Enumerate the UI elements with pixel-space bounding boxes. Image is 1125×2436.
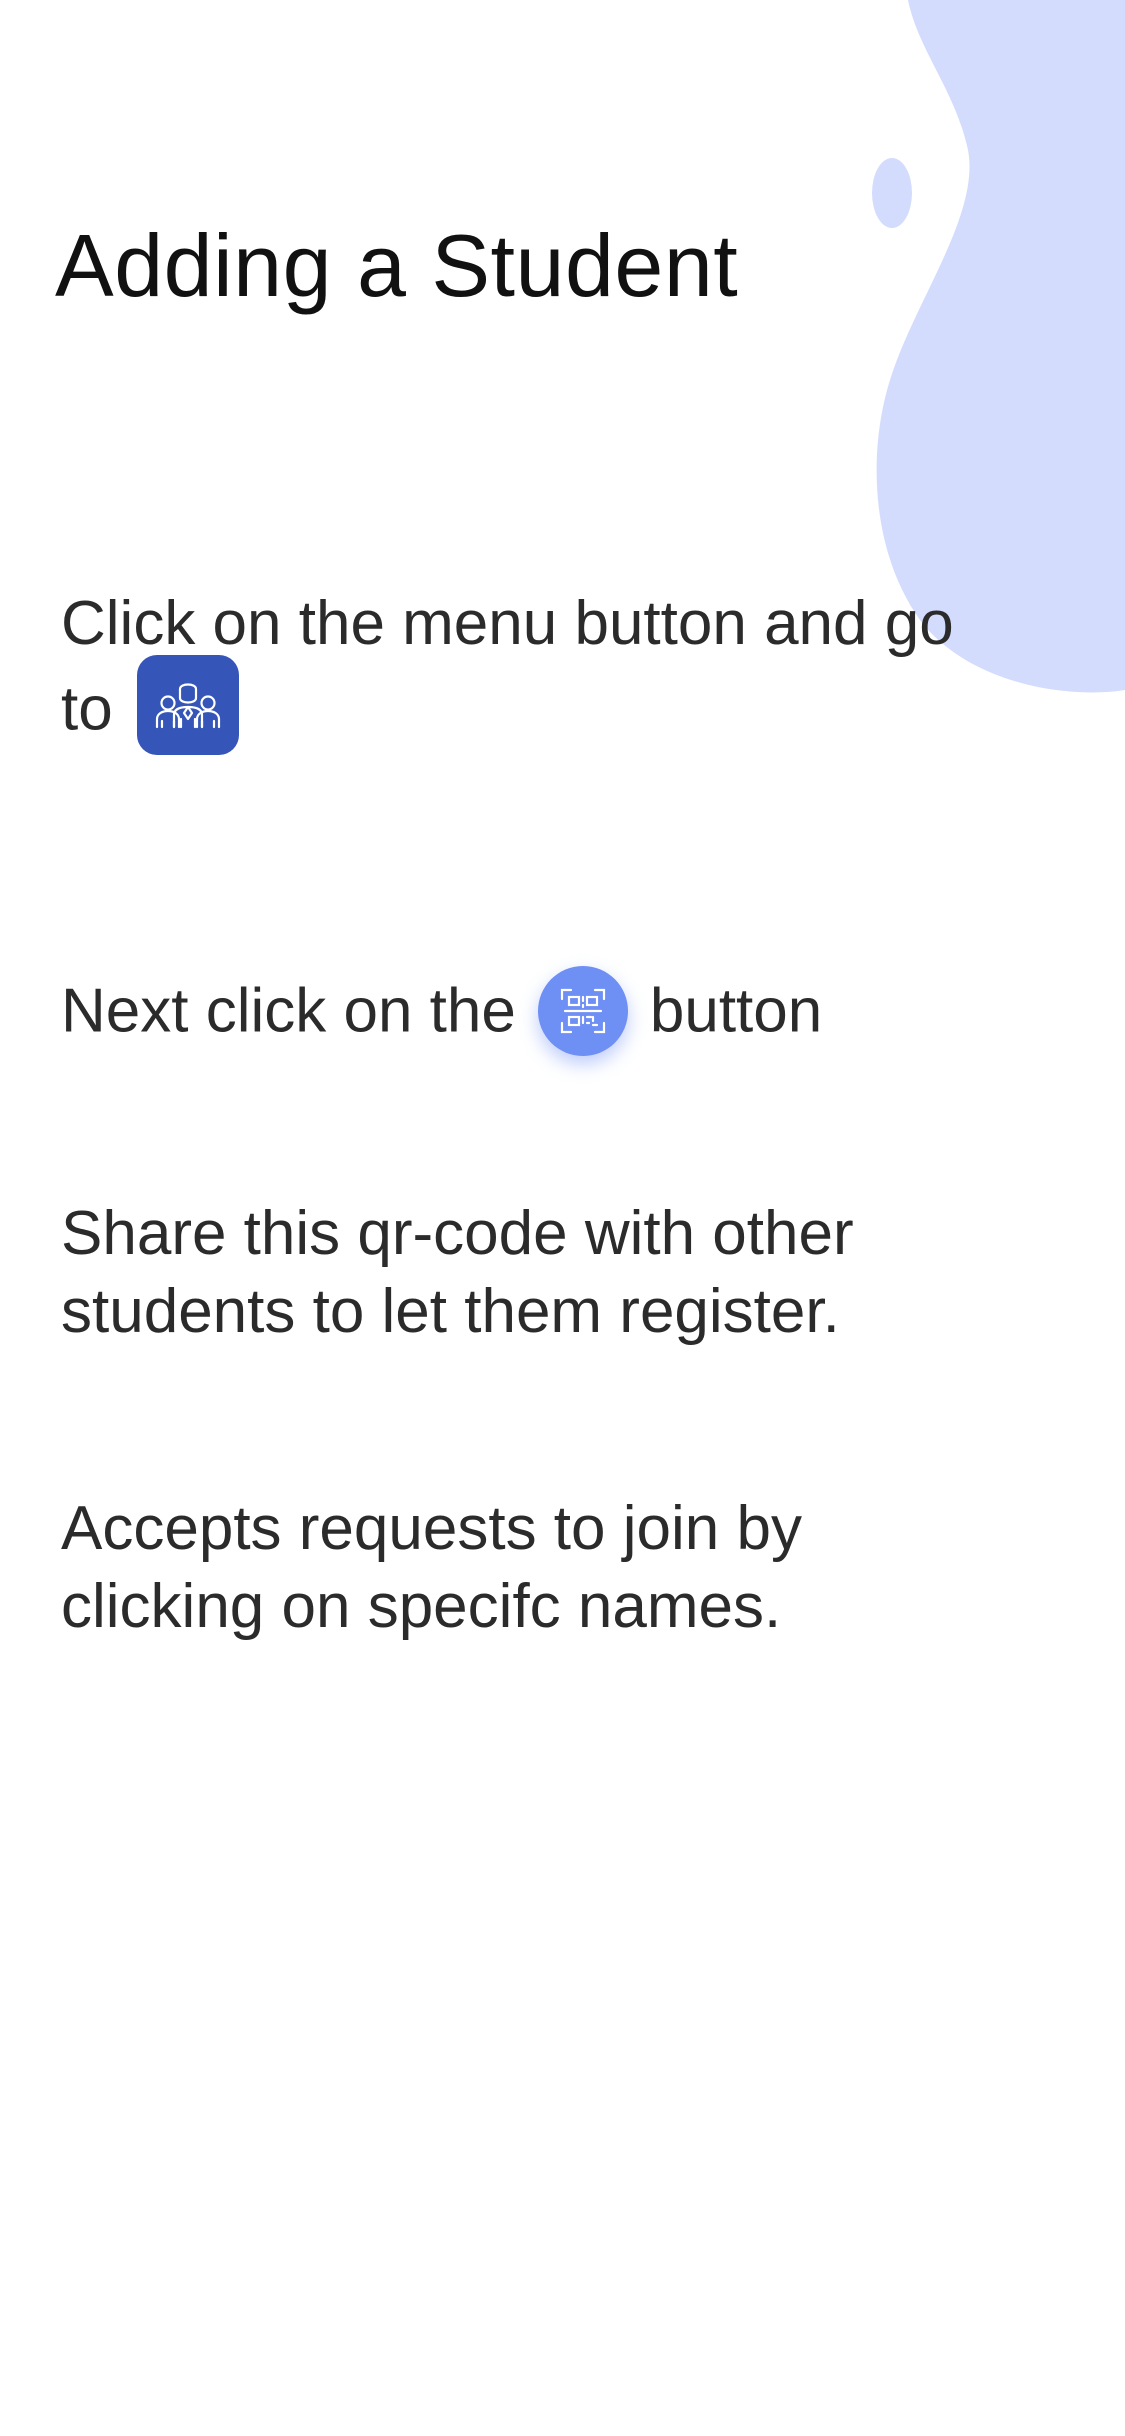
step-qr-text-before: Next click on the bbox=[61, 976, 516, 1046]
students-icon bbox=[136, 655, 239, 755]
step-qr: Next click on the button bbox=[61, 966, 961, 1060]
step-share: Share this qr-code with other students t… bbox=[61, 1199, 854, 1346]
blob-drop bbox=[872, 158, 912, 228]
qr-code-icon[interactable] bbox=[537, 966, 628, 1056]
page-title: Adding a Student bbox=[55, 216, 739, 315]
step-accept: Accepts requests to join by clicking on … bbox=[61, 1494, 802, 1641]
step-menu: Click on the menu button and go to bbox=[61, 585, 961, 763]
step-qr-text-after: button bbox=[649, 976, 823, 1046]
